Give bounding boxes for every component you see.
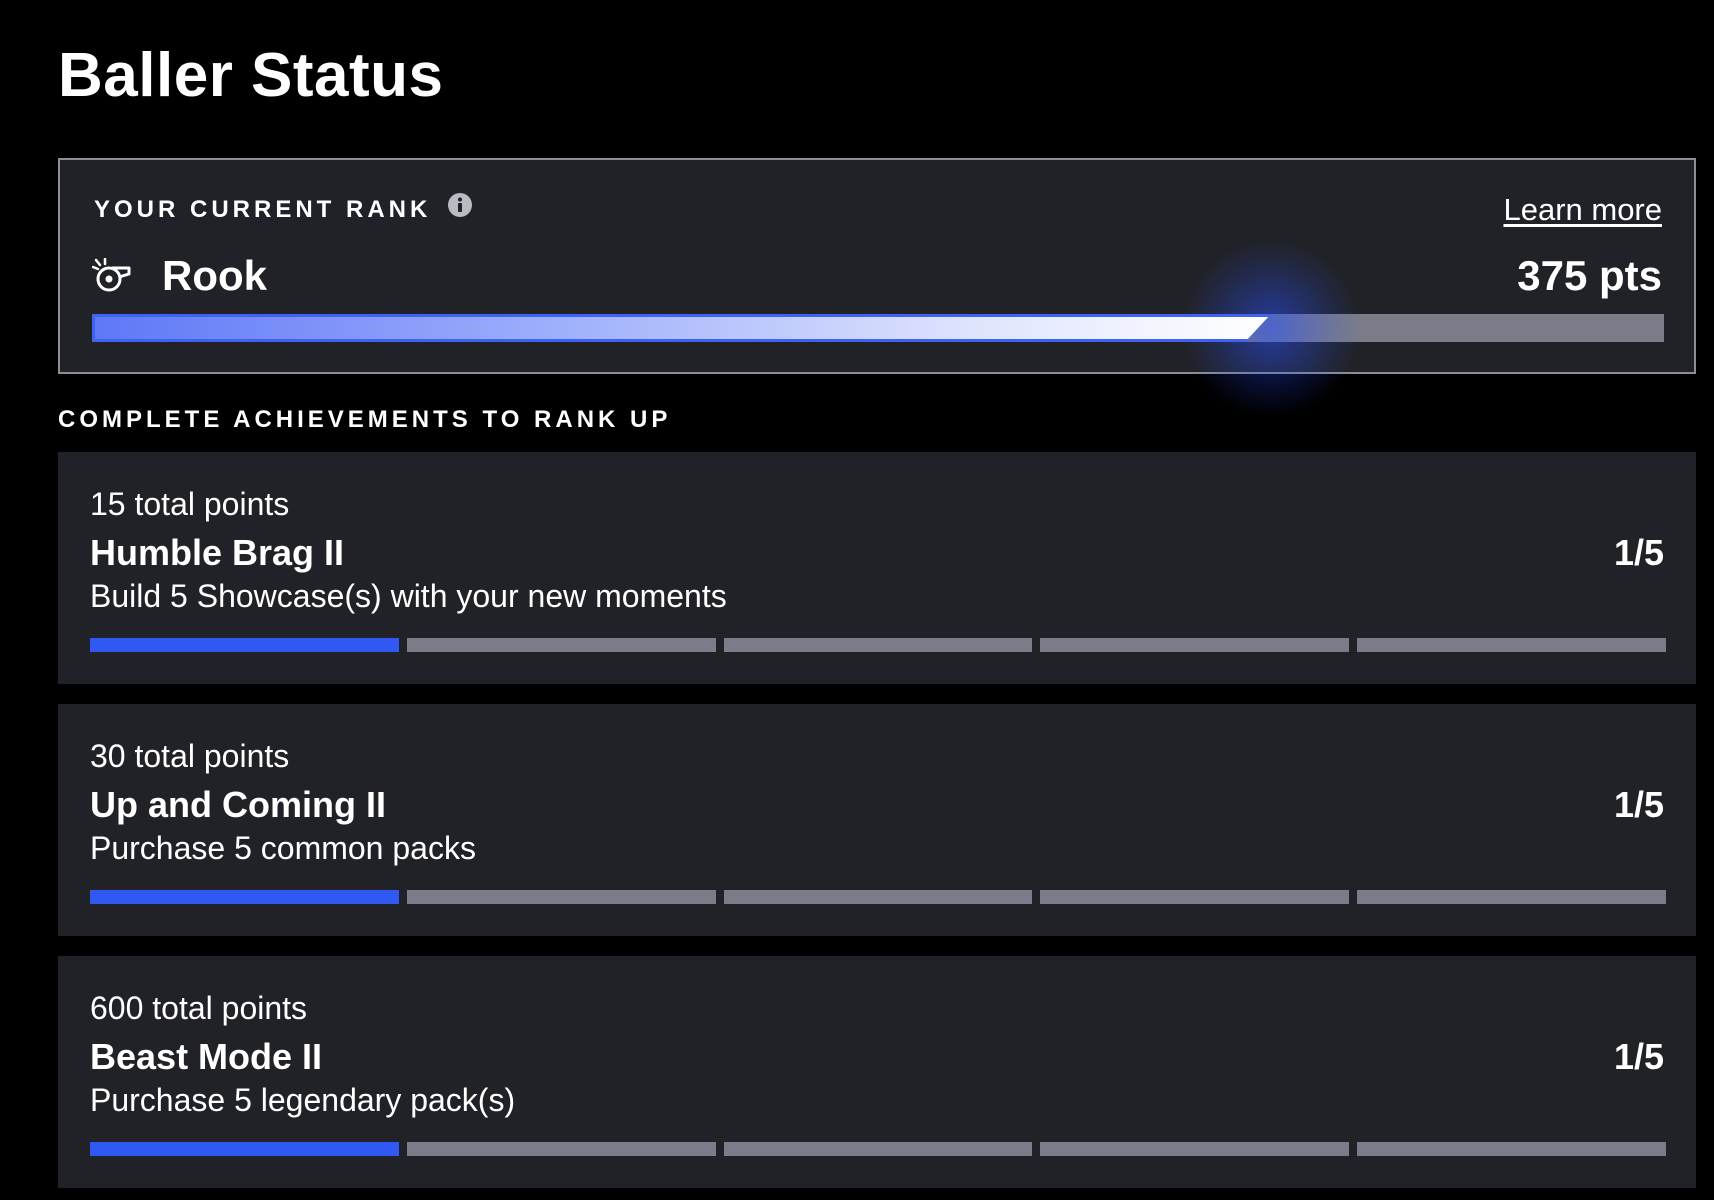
current-rank-card: YOUR CURRENT RANK Learn more Rook 375 pt… [58, 158, 1696, 418]
achievement-description: Build 5 Showcase(s) with your new moment… [90, 578, 727, 614]
achievement-points: 15 total points [90, 486, 290, 522]
progress-segment-incomplete [1040, 638, 1350, 652]
current-rank-label: YOUR CURRENT RANK [94, 196, 432, 223]
achievement-progress-count: 1/5 [1613, 784, 1664, 825]
progress-segment-complete [90, 890, 399, 904]
rank-name: Rook [162, 252, 267, 299]
progress-segment-incomplete [1040, 890, 1350, 904]
progress-segment-incomplete [406, 1142, 716, 1156]
achievement-title: Humble Brag II [90, 532, 345, 573]
achievement-progress-segments [90, 890, 1666, 904]
achievement-progress-count: 1/5 [1613, 532, 1664, 573]
achievements-section-title: COMPLETE ACHIEVEMENTS TO RANK UP [58, 406, 672, 433]
achievement-title: Beast Mode II [90, 1036, 323, 1077]
achievement-card: 30 total points Up and Coming II 1/5 Pur… [58, 704, 1696, 936]
progress-segment-incomplete [1357, 1142, 1666, 1156]
progress-segment-incomplete [1357, 638, 1666, 652]
progress-segment-incomplete [723, 890, 1033, 904]
achievement-points: 30 total points [90, 738, 290, 774]
progress-segment-incomplete [1040, 1142, 1350, 1156]
rank-heading: YOUR CURRENT RANK [94, 193, 473, 224]
achievement-progress-segments [90, 1142, 1666, 1156]
rank-progress-fill [92, 314, 1271, 342]
achievement-points: 600 total points [90, 990, 308, 1026]
learn-more-link[interactable]: Learn more [1503, 192, 1662, 228]
achievement-description: Purchase 5 legendary pack(s) [90, 1082, 516, 1118]
achievement-description: Purchase 5 common packs [90, 830, 476, 866]
achievement-card: 15 total points Humble Brag II 1/5 Build… [58, 452, 1696, 684]
progress-segment-incomplete [406, 638, 716, 652]
rank-progress-bar [92, 238, 1664, 418]
whistle-icon [91, 257, 132, 294]
progress-segment-complete [90, 1142, 399, 1156]
progress-segment-incomplete [723, 638, 1033, 652]
achievement-progress-segments [90, 638, 1666, 652]
achievement-title: Up and Coming II [90, 784, 386, 825]
rank-points: 375 pts [1517, 252, 1662, 299]
achievement-progress-count: 1/5 [1613, 1036, 1664, 1077]
progress-segment-complete [90, 638, 399, 652]
progress-segment-incomplete [1357, 890, 1666, 904]
achievement-card: 600 total points Beast Mode II 1/5 Purch… [58, 956, 1696, 1188]
page-title: Baller Status [58, 41, 444, 110]
rank-row: Rook [91, 252, 267, 300]
progress-segment-incomplete [723, 1142, 1033, 1156]
info-icon[interactable] [447, 192, 473, 218]
progress-segment-incomplete [406, 890, 716, 904]
